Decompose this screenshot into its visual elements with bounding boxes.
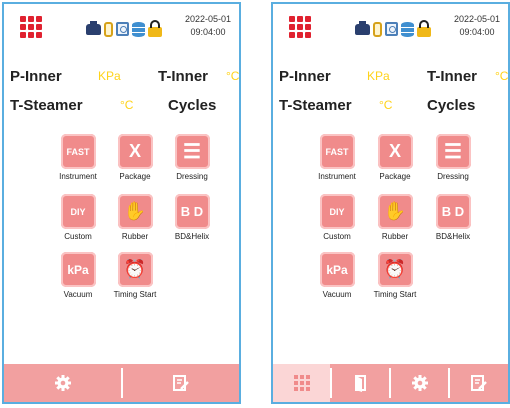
fast-icon: FAST	[319, 134, 355, 169]
status-icons	[355, 19, 431, 38]
menu-grid-icon[interactable]	[20, 16, 42, 38]
program-timing-start-button[interactable]: ⏰ Timing Start	[101, 252, 169, 299]
time-text: 09:04:00	[459, 27, 495, 37]
tile-label: Dressing	[176, 172, 208, 181]
t-steamer-label: T-Steamer	[10, 97, 83, 114]
p-inner-unit: KPa	[367, 69, 390, 83]
glove-icon: ✋	[377, 194, 413, 229]
home-grid-button[interactable]	[273, 364, 330, 402]
menu-grid-icon[interactable]	[289, 16, 311, 38]
tile-label: BD&Helix	[435, 232, 471, 241]
status-header: 2022-05-01 09:04:00	[273, 4, 508, 48]
tile-label: Dressing	[437, 172, 469, 181]
t-inner-label: T-Inner	[158, 68, 209, 85]
bottom-toolbar	[4, 364, 239, 402]
database-icon	[401, 21, 414, 37]
t-inner-label: T-Inner	[427, 68, 478, 85]
tile-label: Timing Start	[113, 290, 157, 299]
database-icon	[132, 21, 145, 37]
t-steamer-unit: °C	[120, 98, 134, 112]
gear-icon	[411, 375, 428, 391]
glove-icon: ✋	[117, 194, 153, 229]
water-bottle-icon	[373, 21, 382, 37]
kpa-icon: kPa	[319, 252, 355, 287]
door-icon	[354, 375, 366, 392]
bd-icon: B D	[435, 194, 471, 229]
datetime: 2022-05-01 09:04:00	[185, 13, 231, 39]
tile-label: BD&Helix	[174, 232, 210, 241]
dressing-icon: ☰	[174, 134, 210, 169]
lock-icon	[417, 19, 431, 37]
scissors-icon: X	[377, 134, 413, 169]
program-bd-helix-button[interactable]: B D BD&Helix	[158, 194, 226, 241]
grid-icon	[293, 375, 310, 391]
time-text: 09:04:00	[190, 27, 226, 37]
water-bottle-icon	[104, 21, 113, 37]
p-inner-label: P-Inner	[10, 68, 62, 85]
diy-box-icon: DIY	[60, 194, 96, 229]
screen-panel-right: 2022-05-01 09:04:00 P-Inner KPa T-Inner …	[271, 2, 510, 404]
lock-icon	[148, 19, 162, 37]
date-text: 2022-05-01	[453, 14, 500, 24]
t-inner-unit: °C	[226, 69, 240, 83]
printer-icon	[86, 20, 101, 35]
program-timing-start-button[interactable]: ⏰ Timing Start	[361, 252, 429, 299]
printer-icon	[355, 20, 370, 35]
program-dressing-button[interactable]: ☰ Dressing	[419, 134, 487, 181]
p-inner-label: P-Inner	[279, 68, 331, 85]
cycles-label: Cycles	[168, 97, 217, 114]
diy-box-icon: DIY	[319, 194, 355, 229]
tile-label: Timing Start	[373, 290, 417, 299]
program-bd-helix-button[interactable]: B D BD&Helix	[419, 194, 487, 241]
settings-button[interactable]	[391, 364, 448, 402]
date-text: 2022-05-01	[184, 14, 231, 24]
edit-icon	[471, 375, 487, 391]
dressing-icon: ☰	[435, 134, 471, 169]
p-inner-unit: KPa	[98, 69, 121, 83]
status-header: 2022-05-01 09:04:00	[4, 4, 239, 48]
t-steamer-unit: °C	[379, 98, 393, 112]
bd-icon: B D	[174, 194, 210, 229]
edit-button[interactable]	[450, 364, 508, 402]
fast-icon: FAST	[60, 134, 96, 169]
program-dressing-button[interactable]: ☰ Dressing	[158, 134, 226, 181]
sd-card-icon	[385, 22, 398, 36]
edit-button[interactable]	[123, 364, 239, 402]
settings-button[interactable]	[4, 364, 121, 402]
alarm-clock-icon: ⏰	[117, 252, 153, 287]
alarm-clock-icon: ⏰	[377, 252, 413, 287]
t-steamer-label: T-Steamer	[279, 97, 352, 114]
bottom-toolbar	[273, 364, 508, 402]
t-inner-unit: °C	[495, 69, 509, 83]
kpa-icon: kPa	[60, 252, 96, 287]
status-icons	[86, 19, 162, 38]
screen-panel-left: 2022-05-01 09:04:00 P-Inner KPa T-Inner …	[2, 2, 241, 404]
cycles-label: Cycles	[427, 97, 476, 114]
edit-icon	[173, 375, 189, 391]
gear-icon	[54, 375, 71, 391]
datetime: 2022-05-01 09:04:00	[454, 13, 500, 39]
scissors-icon: X	[117, 134, 153, 169]
sd-card-icon	[116, 22, 129, 36]
door-button[interactable]	[332, 364, 389, 402]
